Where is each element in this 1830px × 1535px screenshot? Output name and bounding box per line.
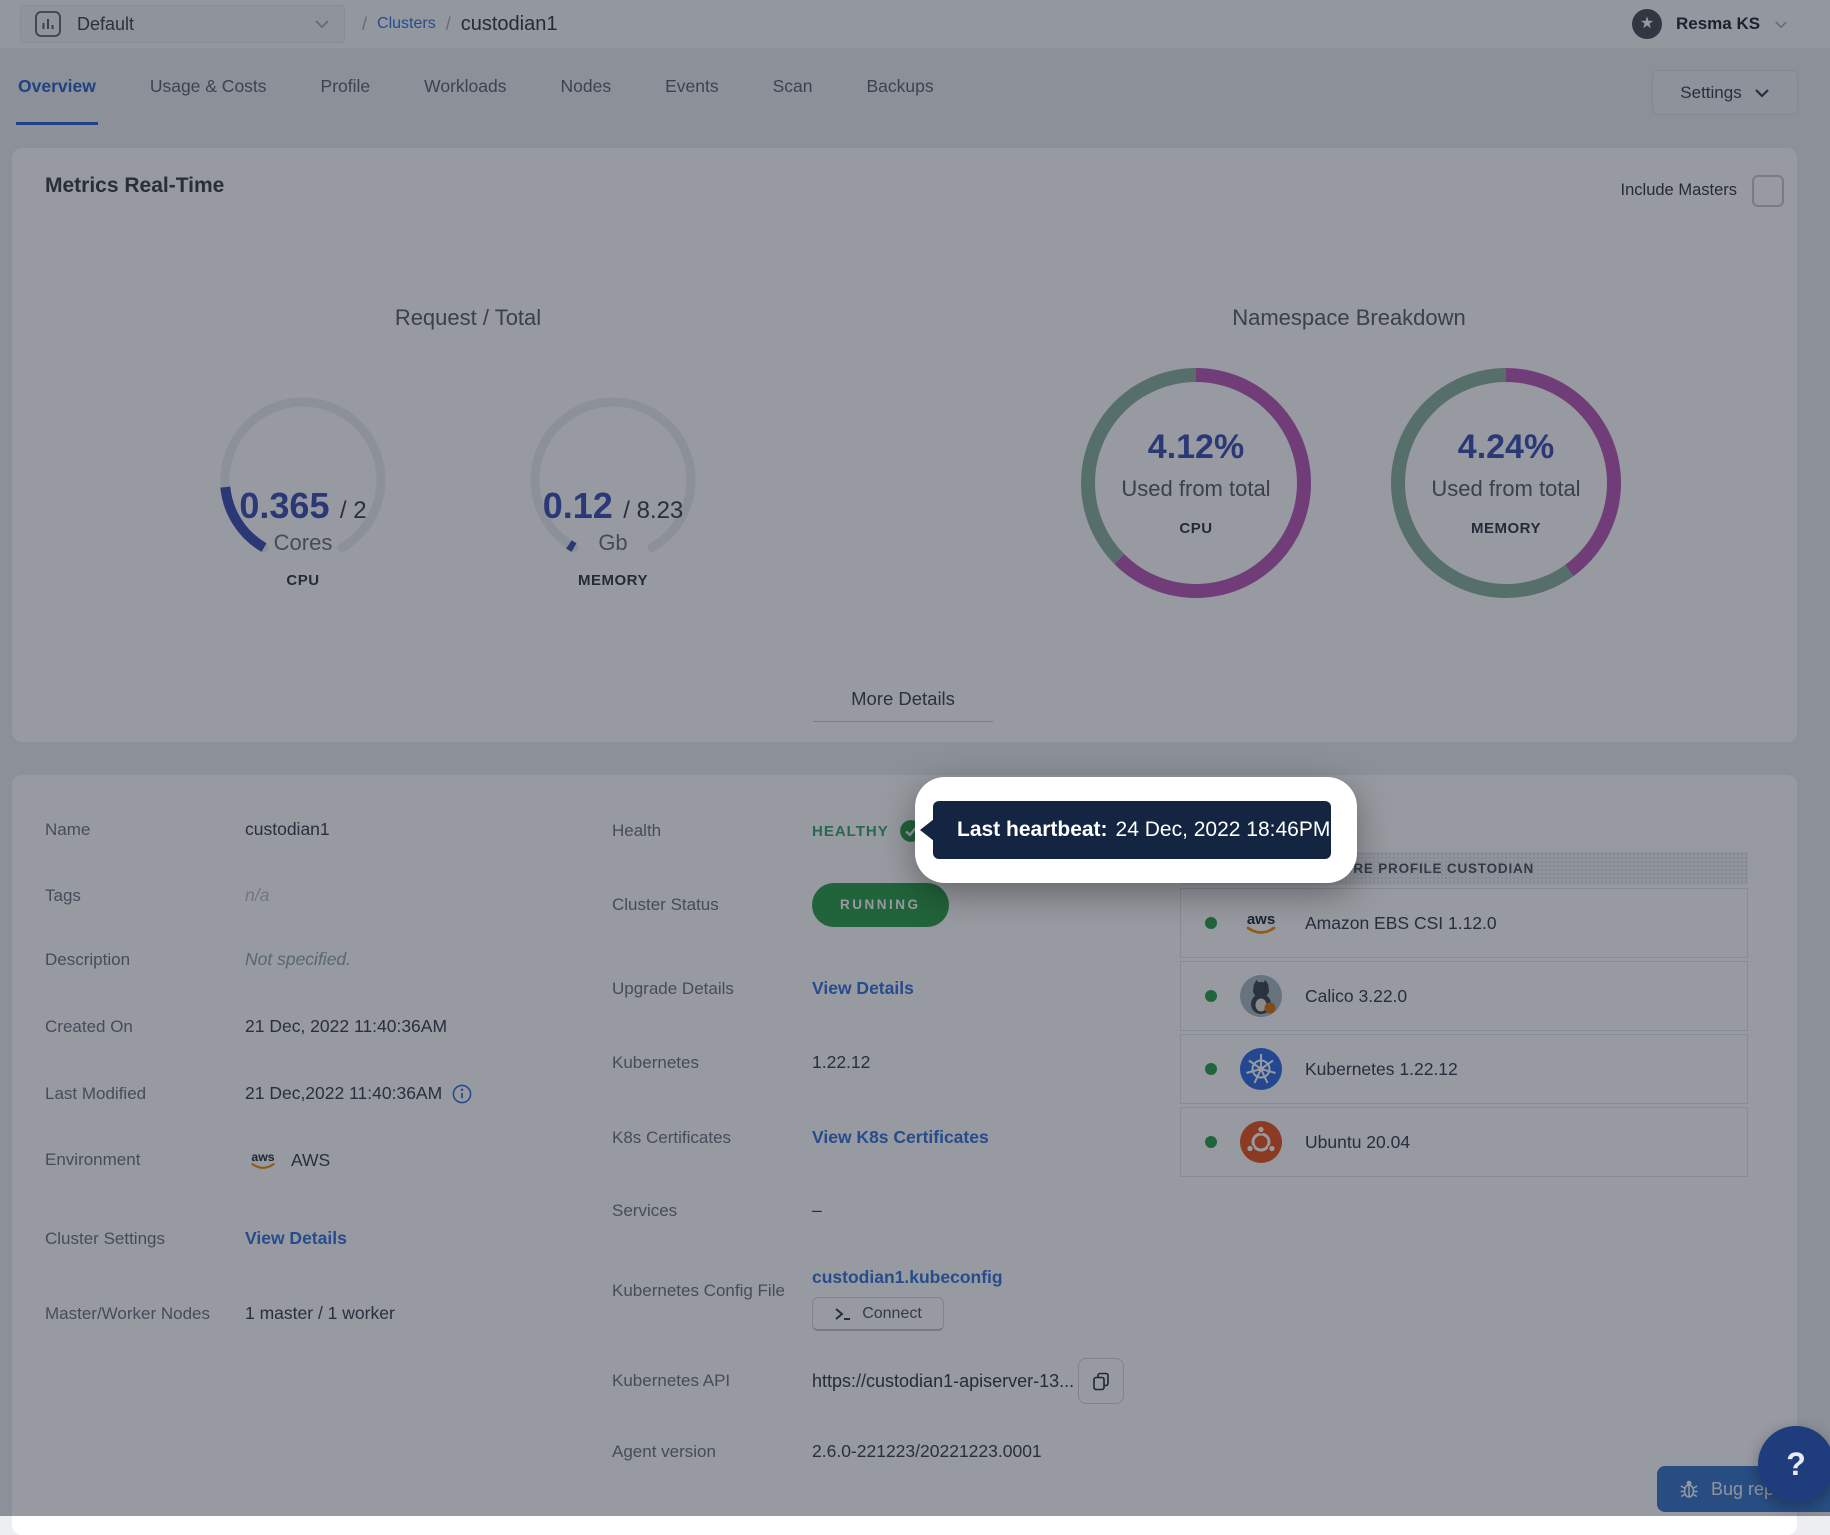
heartbeat-tooltip: Last heartbeat: 24 Dec, 2022 18:46PM — [933, 801, 1331, 859]
heartbeat-tooltip-container: Last heartbeat: 24 Dec, 2022 18:46PM — [915, 777, 1357, 883]
help-button[interactable]: ? — [1758, 1426, 1830, 1502]
heartbeat-tooltip-title: Last heartbeat: — [957, 818, 1108, 842]
help-question-mark: ? — [1786, 1446, 1806, 1483]
tooltip-arrow — [920, 819, 934, 841]
dim-overlay — [0, 0, 1830, 1516]
heartbeat-tooltip-value: 24 Dec, 2022 18:46PM — [1116, 818, 1331, 842]
